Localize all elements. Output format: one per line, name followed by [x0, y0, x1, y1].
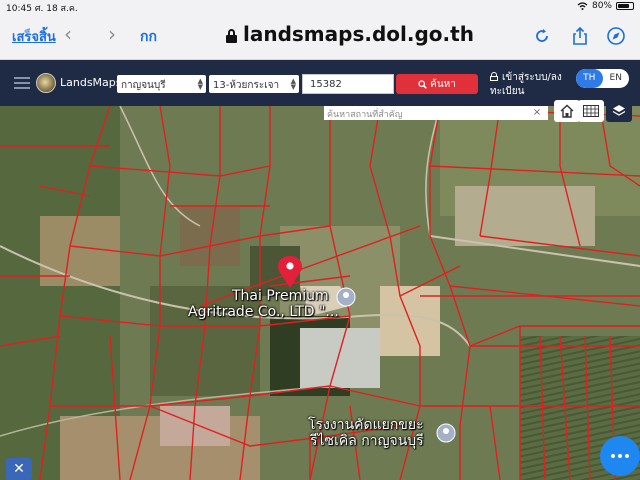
status-date-text: ศ. 18 ส.ค.: [34, 4, 78, 14]
search-button[interactable]: ค้นหา: [396, 74, 478, 94]
district-select[interactable]: 13-ห้วยกระเจา ▲ ▼: [209, 75, 299, 93]
address-bar[interactable]: landsmaps.dol.go.th: [226, 22, 474, 46]
battery-percent: 80%: [591, 1, 612, 11]
status-time-text: 10:45: [6, 4, 32, 14]
clear-search-button[interactable]: ×: [526, 106, 548, 120]
status-bar: 10:45 ศ. 18 ส.ค. 80%: [0, 0, 640, 14]
reload-icon[interactable]: [532, 26, 552, 46]
more-button[interactable]: [600, 436, 640, 476]
lang-th-option[interactable]: TH: [576, 69, 603, 88]
more-dot: [618, 454, 622, 458]
place-search-input[interactable]: ค้นหาสถานที่สำคัญ: [324, 106, 526, 120]
lock-icon: [490, 72, 498, 81]
layers-button[interactable]: [606, 100, 632, 122]
menu-icon[interactable]: [14, 77, 30, 89]
brand-name: LandsMaps: [60, 76, 122, 89]
chevron-updown-icon: ▲ ▼: [290, 77, 296, 91]
battery-icon: [616, 2, 634, 10]
province-select[interactable]: กาญจนบุรี ▲ ▼: [117, 75, 206, 93]
compass-icon[interactable]: [606, 26, 626, 46]
grid-icon: [583, 105, 599, 117]
forward-icon[interactable]: ›: [108, 22, 116, 46]
chevron-updown-icon: ▲ ▼: [197, 77, 203, 91]
more-dot: [625, 454, 629, 458]
search-button-label: ค้นหา: [430, 78, 456, 90]
landsmaps-logo: [36, 73, 56, 93]
layers-icon: [612, 105, 626, 116]
poi-pin-icon[interactable]: [336, 287, 356, 307]
home-button[interactable]: [554, 100, 580, 122]
language-toggle[interactable]: TH EN: [576, 69, 629, 88]
status-right: 80%: [577, 1, 634, 11]
back-icon[interactable]: ‹: [64, 22, 72, 46]
login-link[interactable]: เข้าสู่ระบบ/ลงทะเบียน: [490, 71, 572, 99]
parcel-number-input[interactable]: 15382: [302, 74, 394, 94]
lock-icon: [226, 28, 237, 43]
more-dot: [611, 454, 615, 458]
url-text: landsmaps.dol.go.th: [243, 22, 474, 46]
status-time: 10:45 ศ. 18 ส.ค.: [6, 1, 78, 15]
done-button[interactable]: เสร็จสิ้น: [12, 26, 56, 47]
map-view[interactable]: Thai Premium Agritrade Co., LTD "... โรง…: [0, 106, 640, 480]
browser-toolbar: เสร็จสิ้น ‹ › กก landsmaps.dol.go.th: [0, 14, 640, 60]
place-label-plant-line2: รีไซเคิล กาญจนบุรี: [310, 433, 424, 449]
battery-fill: [618, 4, 629, 8]
district-value: 13-ห้วยกระเจา: [213, 80, 280, 91]
lang-en-option[interactable]: EN: [603, 69, 630, 88]
province-value: กาญจนบุรี: [121, 80, 166, 91]
place-label-factory-line2: Agritrade Co., LTD "...: [188, 304, 339, 320]
grid-button[interactable]: [578, 100, 604, 122]
login-label: เข้าสู่ระบบ/ลงทะเบียน: [490, 72, 562, 97]
text-size-button[interactable]: กก: [140, 26, 157, 48]
share-icon[interactable]: [570, 26, 590, 46]
app-header: LandsMaps กาญจนบุรี ▲ ▼ 13-ห้วยกระเจา ▲ ▼ …: [0, 60, 640, 106]
search-icon: [418, 79, 427, 89]
wifi-icon: [577, 2, 588, 10]
poi-pin-icon[interactable]: [436, 423, 456, 443]
home-icon: [560, 104, 574, 118]
place-label-factory-line1: Thai Premium: [232, 288, 329, 304]
tools-icon[interactable]: ✕: [6, 458, 32, 480]
